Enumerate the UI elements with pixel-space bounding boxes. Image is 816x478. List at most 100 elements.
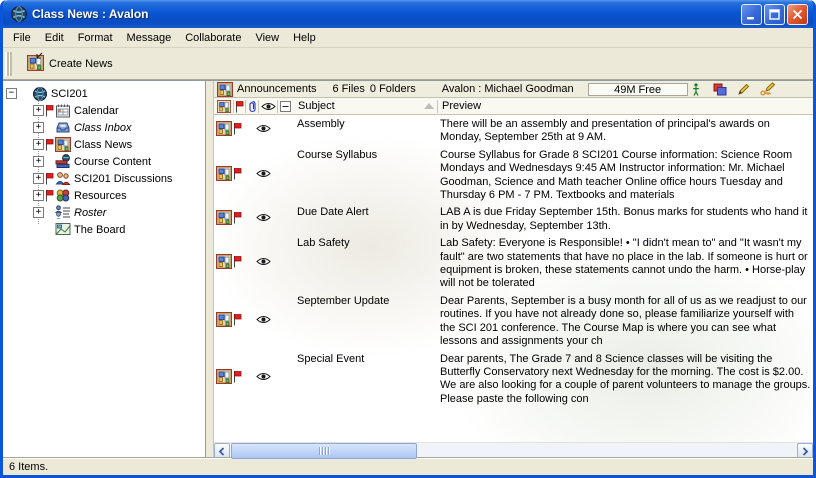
tree-item-label: Class Inbox	[74, 122, 131, 134]
toolbar-grip-handle[interactable]	[5, 52, 12, 76]
unread-flag-icon	[45, 155, 54, 168]
unread-flag-icon	[233, 255, 242, 271]
panel-toolbar-icons	[688, 82, 776, 96]
tree-root-sci201[interactable]: SCI201	[3, 85, 205, 102]
sort-indicator-icon[interactable]	[424, 103, 434, 109]
app-globe-icon	[10, 5, 28, 23]
expand-toggle-icon[interactable]	[33, 122, 44, 133]
tree-item-label: Course Content	[74, 156, 151, 168]
expand-toggle-icon[interactable]	[33, 207, 44, 218]
collapse-all-icon[interactable]	[278, 98, 292, 114]
unread-flag-icon	[45, 223, 54, 236]
news-item-row[interactable]: Special Event Dear parents, The Grade 7 …	[214, 350, 813, 408]
preview-column-header[interactable]: Preview	[438, 98, 813, 114]
pencil-key-icon[interactable]	[760, 82, 776, 96]
news-item-row[interactable]: September Update Dear Parents, September…	[214, 292, 813, 350]
content-icon	[55, 154, 71, 170]
expand-toggle-icon[interactable]	[33, 139, 44, 150]
column-attachment-header[interactable]	[246, 98, 258, 114]
roster-icon	[55, 205, 71, 221]
expand-toggle-icon[interactable]	[33, 156, 44, 167]
horizontal-scrollbar[interactable]	[214, 442, 813, 458]
news-item-row[interactable]: Lab Safety Lab Safety: Everyone is Respo…	[214, 234, 813, 292]
tree-root-label: SCI201	[51, 88, 88, 100]
globe-icon	[32, 86, 48, 102]
tree-item[interactable]: The Board	[3, 221, 205, 238]
news-item-row[interactable]: Course Syllabus Course Syllabus for Grad…	[214, 146, 813, 204]
news-preview: Dear Parents, September is a busy month …	[438, 293, 813, 349]
announcements-icon	[217, 82, 233, 97]
viewed-eye-icon	[256, 213, 271, 225]
tree-item[interactable]: Calendar	[3, 102, 205, 119]
storage-free-gauge: 49M Free	[588, 83, 688, 96]
unread-flag-icon	[45, 206, 54, 219]
menu-item[interactable]: Format	[71, 30, 120, 46]
menu-bar: File Edit Format Message Collaborate Vie…	[3, 28, 813, 48]
news-preview: There will be an assembly and presentati…	[438, 116, 813, 145]
scrollbar-thumb[interactable]	[231, 443, 417, 459]
minimize-button[interactable]	[741, 4, 762, 25]
status-items-count: 6 Items.	[9, 461, 48, 473]
scrollbar-track[interactable]	[230, 443, 797, 458]
tree-item-label: The Board	[74, 224, 125, 236]
create-news-button[interactable]: Create News	[22, 52, 120, 75]
discussions-icon	[55, 171, 71, 187]
tree-item-label: Calendar	[74, 105, 119, 117]
viewed-eye-icon	[256, 315, 271, 327]
news-item-icon	[216, 312, 232, 330]
person-icon[interactable]	[688, 82, 704, 96]
unread-flag-icon	[45, 104, 54, 117]
expand-toggle-icon[interactable]	[33, 190, 44, 201]
news-item-icon	[216, 210, 232, 228]
unread-flag-icon	[45, 172, 54, 185]
news-preview: Dear parents, The Grade 7 and 8 Science …	[438, 351, 813, 407]
expand-toggle-icon[interactable]	[33, 105, 44, 116]
column-flag-header[interactable]	[234, 98, 245, 114]
close-button[interactable]	[787, 4, 808, 25]
pencil-icon[interactable]	[736, 82, 752, 96]
tree-item[interactable]: Roster	[3, 204, 205, 221]
window-title: Class News : Avalon	[32, 7, 741, 21]
tree-item-label: Resources	[74, 190, 127, 202]
viewed-eye-icon	[256, 372, 271, 384]
panel-header-bar: Announcements 6 Files 0 Folders Avalon :…	[214, 81, 813, 98]
unread-flag-icon	[233, 370, 242, 386]
tree-item-label: Class News	[74, 139, 132, 151]
menu-item[interactable]: File	[6, 30, 38, 46]
subject-column-header[interactable]: Subject	[292, 98, 424, 114]
news-subject: Special Event	[294, 351, 438, 407]
maximize-button[interactable]	[764, 4, 785, 25]
unread-flag-icon	[45, 189, 54, 202]
tree-item[interactable]: Class News	[3, 136, 205, 153]
news-item-row[interactable]: Due Date Alert LAB A is due Friday Septe…	[214, 203, 813, 234]
menu-item[interactable]: Message	[120, 30, 179, 46]
files-count: 6 Files	[333, 83, 365, 95]
menu-item[interactable]: Help	[286, 30, 323, 46]
news-preview: LAB A is due Friday September 15th. Bonu…	[438, 204, 813, 233]
tree-item[interactable]: SCI201 Discussions	[3, 170, 205, 187]
expand-toggle-icon[interactable]	[33, 173, 44, 184]
scroll-right-button[interactable]	[797, 443, 813, 459]
unread-flag-icon	[233, 313, 242, 329]
new-item-arrow-icon	[35, 51, 43, 63]
tree-item[interactable]: Class Inbox	[3, 119, 205, 136]
news-subject: Course Syllabus	[294, 147, 438, 203]
app-window: Class News : Avalon File Edit Format Mes…	[0, 0, 816, 478]
column-viewed-header[interactable]	[259, 98, 277, 114]
scroll-left-button[interactable]	[214, 443, 230, 459]
column-item-icon-header[interactable]	[214, 98, 233, 114]
status-bar: 6 Items.	[3, 458, 813, 475]
menu-item[interactable]: View	[248, 30, 286, 46]
titlebar[interactable]: Class News : Avalon	[3, 0, 813, 28]
tree-item[interactable]: Resources	[3, 187, 205, 204]
news-subject: Due Date Alert	[294, 204, 438, 233]
collapse-toggle-icon[interactable]	[6, 88, 17, 99]
menu-item[interactable]: Collaborate	[178, 30, 248, 46]
news-item-row[interactable]: Assembly There will be an assembly and p…	[214, 115, 813, 146]
news-subject: Lab Safety	[294, 235, 438, 291]
panel-splitter[interactable]	[206, 81, 214, 458]
menu-item[interactable]: Edit	[38, 30, 71, 46]
tree-item[interactable]: Course Content	[3, 153, 205, 170]
chat-squares-icon[interactable]	[712, 82, 728, 96]
folder-tree-panel: SCI201 Calendar	[3, 81, 206, 458]
